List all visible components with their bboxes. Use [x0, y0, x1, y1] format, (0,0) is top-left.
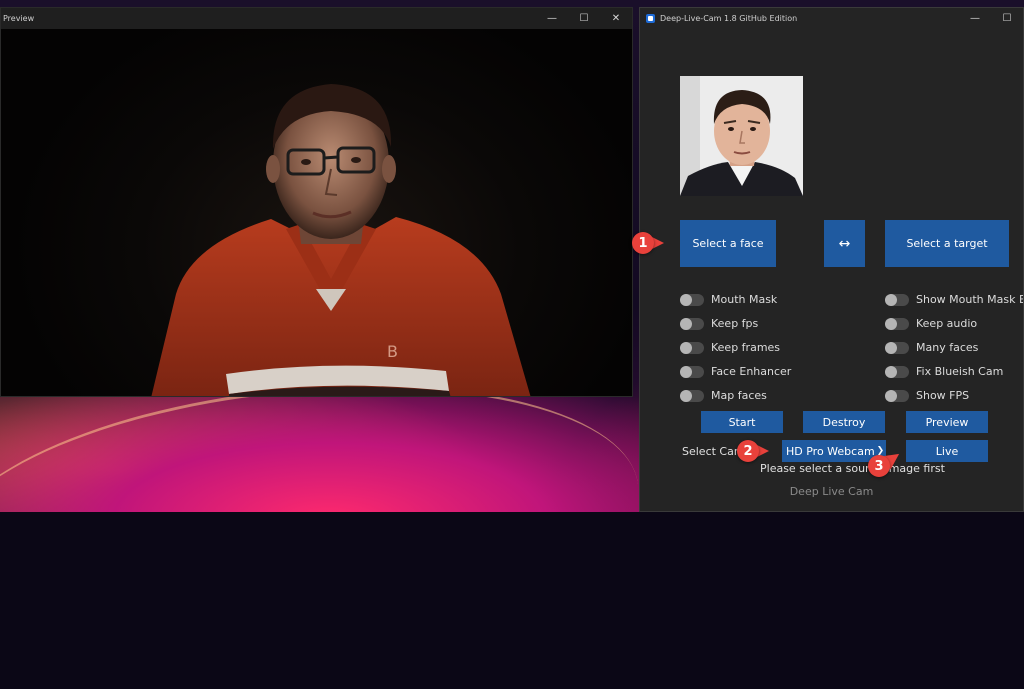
toggle-show-mouth-mask-box[interactable]: Show Mouth Mask Bo — [885, 293, 1024, 306]
camera-select-value: HD Pro Webcam — [786, 444, 875, 458]
annotation-marker-1: 1 — [632, 232, 666, 254]
status-message: Please select a source image first — [760, 462, 945, 475]
switch-icon[interactable] — [885, 293, 909, 306]
select-face-button[interactable]: Select a face — [680, 220, 776, 267]
toggle-label: Keep frames — [711, 341, 781, 354]
annotation-marker-3: 3 — [868, 447, 904, 477]
toggle-show-fps[interactable]: Show FPS — [885, 389, 969, 402]
toggle-label: Mouth Mask — [711, 293, 778, 306]
toggle-label: Many faces — [916, 341, 979, 354]
toggle-label: Keep audio — [916, 317, 978, 330]
toggle-fix-blueish-cam[interactable]: Fix Blueish Cam — [885, 365, 1003, 378]
app-window-title: Deep-Live-Cam 1.8 GitHub Edition — [660, 14, 798, 23]
toggle-keep-frames[interactable]: Keep frames — [680, 341, 780, 354]
switch-icon[interactable] — [885, 365, 909, 378]
camera-feed: B — [1, 29, 632, 396]
toggle-mouth-mask[interactable]: Mouth Mask — [680, 293, 777, 306]
deep-live-cam-window: Deep-Live-Cam 1.8 GitHub Edition — ☐ Sel… — [639, 7, 1024, 512]
switch-icon[interactable] — [885, 317, 909, 330]
swap-button[interactable]: ↔ — [824, 220, 865, 267]
toggle-face-enhancer[interactable]: Face Enhancer — [680, 365, 791, 378]
footer-label: Deep Live Cam — [789, 485, 874, 498]
maximize-button[interactable]: ☐ — [568, 8, 600, 29]
select-camera-label: Select Cam — [682, 445, 745, 458]
svg-text:B: B — [387, 342, 398, 361]
switch-icon[interactable] — [885, 341, 909, 354]
start-button[interactable]: Start — [701, 411, 783, 433]
minimize-button[interactable]: — — [959, 8, 991, 29]
toggle-label: Fix Blueish Cam — [916, 365, 1004, 378]
switch-icon[interactable] — [680, 341, 704, 354]
source-face-image — [680, 76, 803, 196]
switch-icon[interactable] — [680, 317, 704, 330]
toggle-label: Map faces — [711, 389, 767, 402]
app-icon — [646, 14, 655, 23]
close-button[interactable]: ✕ — [600, 8, 632, 29]
person-in-camera: B — [151, 84, 531, 396]
preview-button[interactable]: Preview — [906, 411, 988, 433]
switch-icon[interactable] — [680, 365, 704, 378]
switch-icon[interactable] — [680, 389, 704, 402]
toggle-label: Show FPS — [916, 389, 970, 402]
toggle-map-faces[interactable]: Map faces — [680, 389, 767, 402]
minimize-button[interactable]: — — [536, 8, 568, 29]
destroy-button[interactable]: Destroy — [803, 411, 885, 433]
toggle-label: Show Mouth Mask Bo — [916, 293, 1024, 306]
preview-window: Preview — ☐ ✕ B — [0, 7, 633, 397]
preview-window-title: Preview — [3, 14, 35, 23]
select-target-button[interactable]: Select a target — [885, 220, 1009, 267]
annotation-marker-2: 2 — [737, 440, 771, 462]
app-titlebar: Deep-Live-Cam 1.8 GitHub Edition — ☐ — [640, 8, 1023, 29]
switch-icon[interactable] — [885, 389, 909, 402]
toggle-keep-audio[interactable]: Keep audio — [885, 317, 977, 330]
toggle-keep-fps[interactable]: Keep fps — [680, 317, 758, 330]
toggle-many-faces[interactable]: Many faces — [885, 341, 978, 354]
toggle-label: Keep fps — [711, 317, 759, 330]
preview-titlebar: Preview — ☐ ✕ — [1, 8, 632, 29]
maximize-button[interactable]: ☐ — [991, 8, 1023, 29]
switch-icon[interactable] — [680, 293, 704, 306]
live-button[interactable]: Live — [906, 440, 988, 462]
toggle-label: Face Enhancer — [711, 365, 792, 378]
